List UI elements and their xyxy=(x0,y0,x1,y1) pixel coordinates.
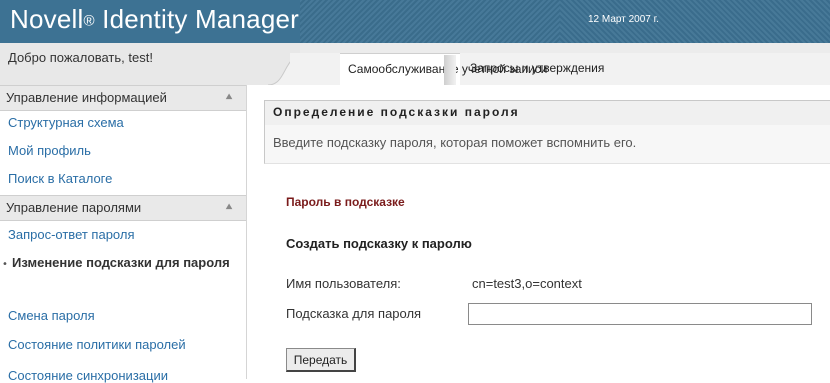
sidebar-section-info-management[interactable]: Управление информацией ⯅ xyxy=(0,85,246,111)
registered-mark: ® xyxy=(83,12,95,30)
welcome-text: Добро пожаловать, test! xyxy=(8,50,153,65)
header-banner: Novell® Identity Manager 12 Март 2007 г. xyxy=(0,0,830,43)
sidebar-item-sync-status[interactable]: Состояние синхронизации xyxy=(8,368,168,383)
banner-pattern xyxy=(300,0,560,43)
tab-bar: Добро пожаловать, test! Самообслуживание… xyxy=(0,43,830,86)
current-item-bullet-icon: • xyxy=(2,259,8,270)
welcome-area: Добро пожаловать, test! xyxy=(0,43,300,85)
sidebar-item-my-profile[interactable]: Мой профиль xyxy=(8,143,91,158)
header-date: 12 Март 2007 г. xyxy=(588,14,659,25)
sidebar-item-change-password-hint[interactable]: Изменение подсказки для пароля xyxy=(12,254,237,271)
sidebar-item-challenge-response[interactable]: Запрос-ответ пароля xyxy=(8,227,135,242)
main-content: Определение подсказки пароля Введите под… xyxy=(264,100,830,379)
tab-account-self-service[interactable]: Самообслуживание учетной записи xyxy=(340,53,547,86)
sidebar-item-org-chart[interactable]: Структурная схема xyxy=(8,115,124,130)
username-label: Имя пользователя: xyxy=(286,276,401,291)
password-hint-input[interactable] xyxy=(468,303,812,325)
sidebar-item-password-policy-status[interactable]: Состояние политики паролей xyxy=(8,337,186,352)
submit-button[interactable]: Передать xyxy=(286,348,356,372)
sidebar-section-title: Управление паролями xyxy=(6,200,142,215)
product-name: Identity Manager xyxy=(102,4,300,34)
tab-separator xyxy=(444,55,456,85)
sidebar-section-password-management[interactable]: Управление паролями ⯅ xyxy=(0,195,246,221)
brand-name: Novell xyxy=(10,4,84,34)
app-logo: Novell® Identity Manager xyxy=(10,4,299,35)
sidebar-section-title: Управление информацией xyxy=(6,90,167,105)
sidebar-item-change-password[interactable]: Смена пароля xyxy=(8,308,95,323)
double-chevron-up-icon[interactable]: ⯅ xyxy=(222,89,236,105)
page-title: Определение подсказки пароля xyxy=(273,105,520,119)
panel-title-bar: Определение подсказки пароля xyxy=(264,100,830,125)
sidebar-item-directory-search[interactable]: Поиск в Каталоге xyxy=(8,171,112,186)
tab-requests-approvals[interactable]: Запросы и утверждения xyxy=(470,53,604,85)
hint-field-label: Подсказка для пароля xyxy=(286,306,422,321)
password-hint-label: Пароль в подсказке xyxy=(286,195,405,209)
username-value: cn=test3,o=context xyxy=(472,276,582,291)
description-text: Введите подсказку пароля, которая поможе… xyxy=(273,135,637,150)
sidebar: Управление информацией ⯅ Структурная схе… xyxy=(0,85,247,383)
double-chevron-up-icon[interactable]: ⯅ xyxy=(222,199,236,215)
section-heading: Создать подсказку к паролю xyxy=(286,236,472,251)
panel-description: Введите подсказку пароля, которая поможе… xyxy=(264,125,830,164)
